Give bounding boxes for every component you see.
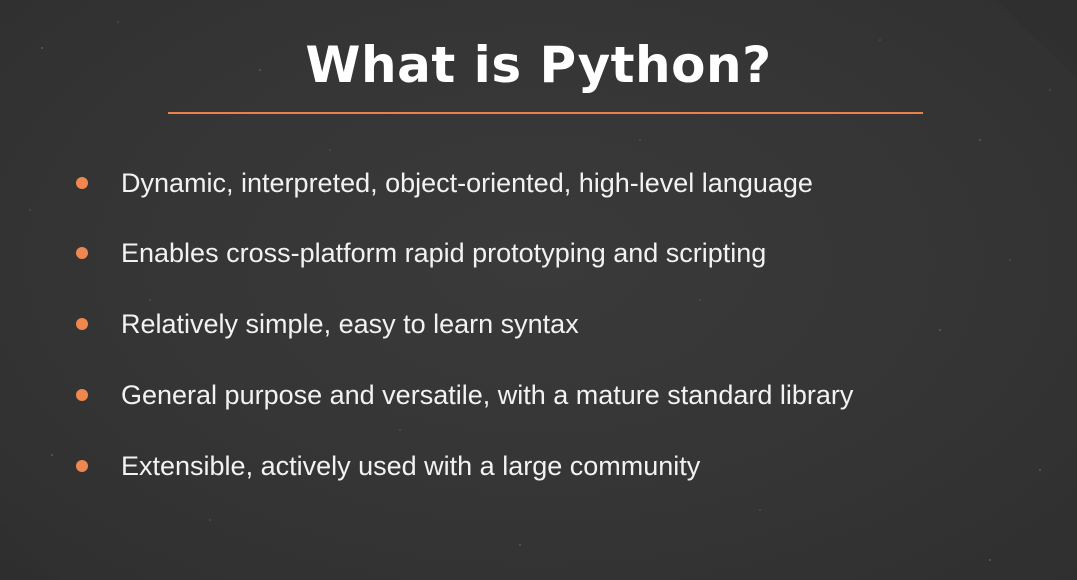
bullet-text: General purpose and versatile, with a ma… [121, 380, 854, 410]
title-underline [168, 112, 923, 114]
slide: What is Python? Dynamic, interpreted, ob… [0, 0, 1077, 580]
bullet-text: Dynamic, interpreted, object-oriented, h… [121, 168, 813, 198]
bullet-dot-icon [76, 318, 88, 330]
bullet-text: Enables cross-platform rapid prototyping… [121, 238, 767, 268]
bullet-item: Extensible, actively used with a large c… [0, 446, 1000, 486]
bullet-dot-icon [76, 177, 88, 189]
bullet-dot-icon [76, 460, 88, 472]
bullet-dot-icon [76, 247, 88, 259]
corner-shade-bottom-left [0, 520, 60, 580]
bullet-item: Relatively simple, easy to learn syntax [0, 304, 1000, 344]
bullet-dot-icon [76, 389, 88, 401]
bullet-text: Extensible, actively used with a large c… [121, 451, 701, 481]
slide-title: What is Python? [305, 36, 772, 94]
bullet-item: Enables cross-platform rapid prototyping… [0, 233, 1000, 273]
bullet-text: Relatively simple, easy to learn syntax [121, 309, 579, 339]
bullet-item: Dynamic, interpreted, object-oriented, h… [0, 163, 1000, 203]
bullet-item: General purpose and versatile, with a ma… [0, 375, 1000, 415]
